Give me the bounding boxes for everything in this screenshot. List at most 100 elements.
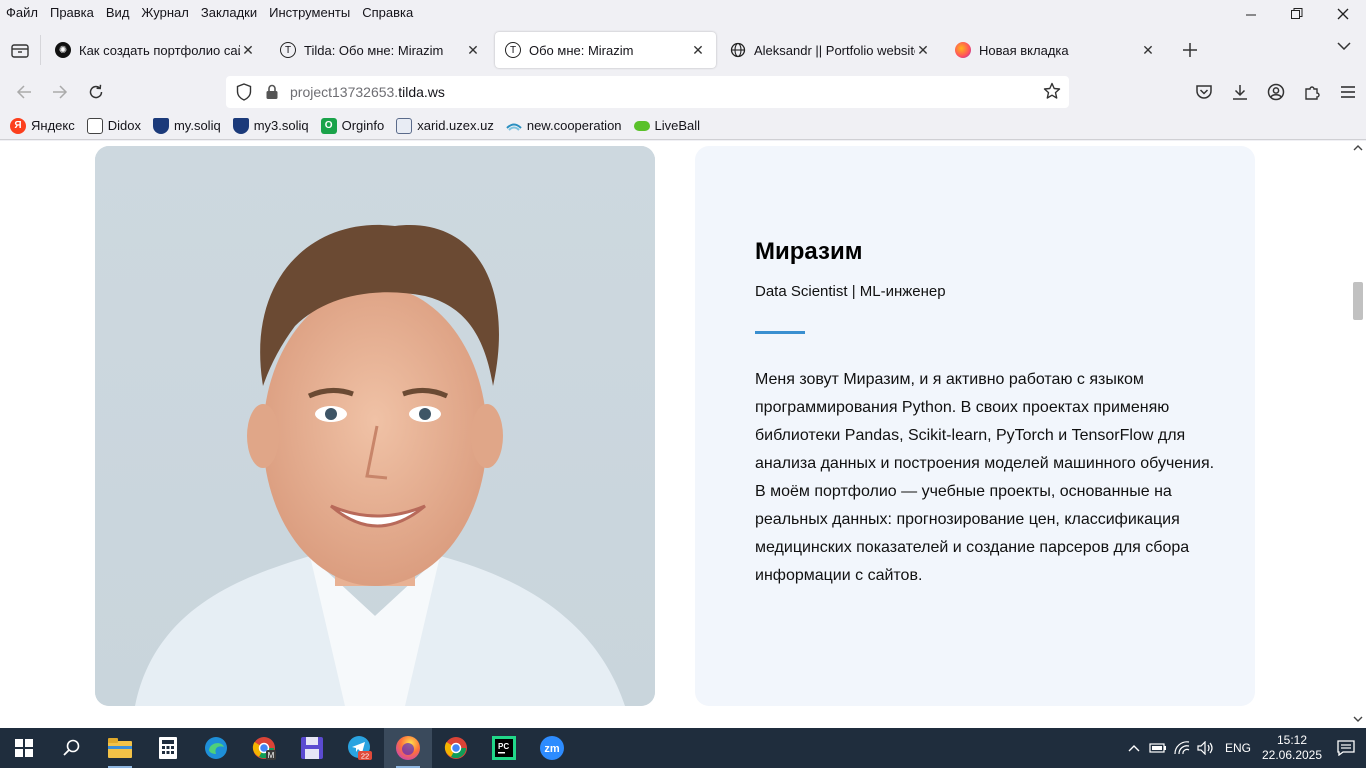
navigation-bar: project13732653.tilda.ws [0, 72, 1366, 112]
scroll-up-icon[interactable] [1353, 143, 1363, 153]
app-menu-button[interactable] [1330, 76, 1366, 108]
cooperation-icon [506, 118, 522, 134]
accent-divider [755, 331, 805, 334]
taskbar-chrome[interactable] [432, 728, 480, 768]
restore-icon [1291, 8, 1303, 19]
menu-edit[interactable]: Правка [50, 5, 94, 20]
bookmark-my3-soliq[interactable]: my3.soliq [232, 117, 309, 134]
svg-text:M: M [268, 751, 275, 760]
taskbar-zoom[interactable]: zm [528, 728, 576, 768]
menu-file[interactable]: Файл [6, 5, 38, 20]
bookmark-orginfo[interactable]: O Orginfo [320, 117, 385, 134]
start-button[interactable] [0, 728, 48, 768]
taskbar-calculator[interactable] [144, 728, 192, 768]
extensions-button[interactable] [1294, 76, 1330, 108]
taskbar-telegram[interactable]: 22 [336, 728, 384, 768]
page-viewport: Миразим Data Scientist | ML-инженер Меня… [0, 141, 1366, 728]
orginfo-icon: O [320, 117, 337, 134]
profile-name: Миразим [755, 238, 863, 265]
url-subdomain: project13732653. [290, 84, 399, 100]
battery-indicator[interactable] [1146, 728, 1170, 768]
back-button[interactable] [6, 76, 42, 108]
bookmark-label: my3.soliq [253, 118, 309, 133]
notifications-button[interactable] [1326, 728, 1366, 768]
close-tab-icon[interactable]: ✕ [465, 42, 481, 59]
taskbar-pycharm[interactable]: PC [480, 728, 528, 768]
forward-button[interactable] [42, 76, 78, 108]
list-all-tabs-button[interactable] [1332, 34, 1356, 58]
bookmark-yandex[interactable]: Я Яндекс [10, 117, 75, 134]
menu-bookmarks[interactable]: Закладки [201, 5, 257, 20]
network-indicator[interactable] [1170, 728, 1194, 768]
close-tab-icon[interactable]: ✕ [240, 42, 256, 59]
scroll-down-icon[interactable] [1353, 714, 1363, 724]
clock[interactable]: 15:12 22.06.2025 [1258, 733, 1326, 763]
close-tab-icon[interactable]: ✕ [690, 42, 706, 59]
taskbar-search-button[interactable] [48, 728, 96, 768]
menu-help[interactable]: Справка [362, 5, 413, 20]
tab-title: Новая вкладка [979, 42, 1069, 58]
plus-icon [1183, 43, 1197, 57]
show-hidden-icons-button[interactable] [1122, 728, 1146, 768]
bookmark-cooperation[interactable]: new.cooperation [506, 118, 622, 134]
new-tab-button[interactable] [1174, 34, 1206, 66]
menu-view[interactable]: Вид [106, 5, 130, 20]
search-icon [63, 739, 80, 756]
bookmark-liveball[interactable]: LiveBall [633, 118, 701, 133]
close-tab-icon[interactable]: ✕ [915, 42, 931, 59]
lock-icon[interactable] [262, 82, 282, 102]
pocket-button[interactable] [1186, 76, 1222, 108]
volume-indicator[interactable] [1194, 728, 1218, 768]
profile-photo [95, 146, 655, 706]
bookmark-didox[interactable]: Didox [86, 117, 141, 134]
clock-date: 22.06.2025 [1261, 748, 1323, 762]
tab-aleksandr-portfolio[interactable]: Aleksandr || Portfolio website ✕ [720, 32, 941, 68]
bookmark-label: my.soliq [173, 118, 221, 133]
profile-role: Data Scientist | ML-инженер [755, 283, 946, 300]
soliq-icon [232, 117, 249, 134]
speaker-icon [1197, 741, 1213, 755]
bio-paragraph: Меня зовут Миразим, и я активно работаю … [755, 371, 1215, 472]
taskbar-file-explorer[interactable] [96, 728, 144, 768]
shield-icon[interactable] [234, 82, 254, 102]
tab-new-tab[interactable]: Новая вкладка ✕ [945, 32, 1166, 68]
bookmark-star-icon[interactable] [1043, 82, 1061, 103]
taskbar-chrome-profile[interactable]: M [240, 728, 288, 768]
taskbar-edge[interactable] [192, 728, 240, 768]
tab-tilda-editor[interactable]: T Tilda: Обо мне: Mirazim ✕ [270, 32, 491, 68]
language-indicator[interactable]: ENG [1218, 741, 1258, 755]
restore-button[interactable] [1274, 0, 1320, 28]
url-text[interactable]: project13732653.tilda.ws [290, 84, 445, 100]
bookmark-label: new.cooperation [526, 118, 622, 133]
account-button[interactable] [1258, 76, 1294, 108]
scrollbar-thumb[interactable] [1353, 282, 1363, 320]
edge-icon [205, 737, 227, 759]
tab-about-me[interactable]: T Обо мне: Mirazim ✕ [495, 32, 716, 68]
minimize-button[interactable] [1228, 0, 1274, 28]
telegram-badge: 22 [361, 752, 369, 761]
tab-portfolio-guide[interactable]: ✺ Как создать портфолио сайт ✕ [45, 32, 266, 68]
reload-button[interactable] [78, 76, 114, 108]
taskbar-firefox[interactable] [384, 728, 432, 768]
firefox-icon [955, 42, 971, 58]
firefox-view-button[interactable] [0, 32, 40, 68]
page-scrollbar[interactable] [1350, 141, 1366, 728]
bookmark-label: LiveBall [654, 118, 701, 133]
liveball-icon [633, 120, 650, 131]
close-window-button[interactable] [1320, 0, 1366, 28]
download-icon [1233, 85, 1247, 100]
downloads-button[interactable] [1222, 76, 1258, 108]
tilda-icon: T [505, 42, 521, 58]
toolbar-right [1186, 76, 1366, 108]
bookmark-xarid[interactable]: xarid.uzex.uz [396, 117, 494, 134]
menu-history[interactable]: Журнал [141, 5, 188, 20]
close-tab-icon[interactable]: ✕ [1140, 42, 1156, 59]
pocket-icon [1196, 85, 1212, 99]
tilda-icon: T [280, 42, 296, 58]
address-bar[interactable]: project13732653.tilda.ws [226, 76, 1069, 108]
menu-tools[interactable]: Инструменты [269, 5, 350, 20]
bookmark-label: Orginfo [341, 118, 385, 133]
taskbar-save-app[interactable] [288, 728, 336, 768]
save-app-icon [301, 737, 323, 759]
bookmark-my-soliq[interactable]: my.soliq [152, 117, 221, 134]
